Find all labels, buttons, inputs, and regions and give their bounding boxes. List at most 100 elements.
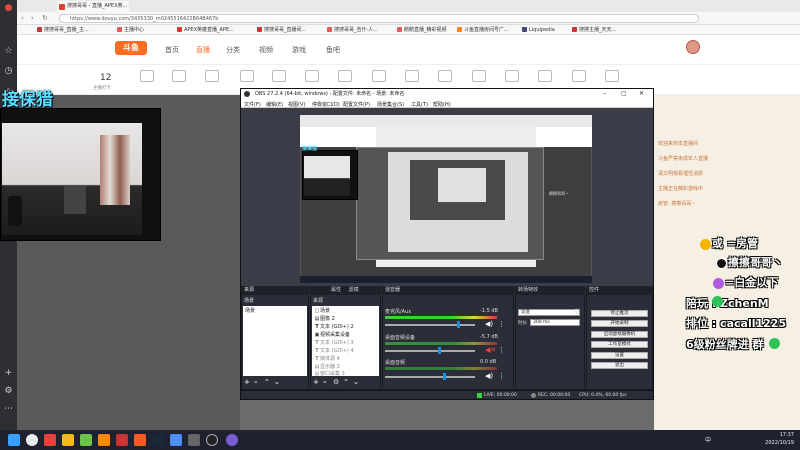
menu-view[interactable]: 视图(V) (288, 101, 305, 108)
mixer-fader-knob[interactable] (457, 321, 460, 328)
source-item[interactable]: T文本 (GDI+) 2 (314, 323, 353, 330)
browser-icon[interactable] (116, 434, 128, 446)
speaker-muted-icon[interactable]: ◀✕ (485, 346, 496, 354)
site-logo[interactable]: 斗鱼 (115, 41, 147, 55)
app-icon[interactable] (80, 434, 92, 446)
remove-source-icon[interactable]: – (323, 378, 327, 386)
scene-up-icon[interactable]: ⌃ (264, 378, 270, 386)
mixer-fader-knob[interactable] (438, 347, 441, 354)
nav-yuba[interactable]: 鱼吧 (326, 45, 340, 55)
bookmark[interactable]: 搜搜哥哥_直播_主... (37, 26, 89, 34)
nav-home[interactable]: 首页 (165, 45, 179, 55)
browser-logo-icon[interactable]: ● (3, 3, 14, 14)
studio-mode-button[interactable]: 工作室模式 (591, 341, 648, 348)
bookmark[interactable]: 搜搜哥哥_直播间... (257, 26, 306, 34)
scene-item[interactable]: 场景 (245, 307, 255, 314)
source-item[interactable]: T文本 (GDI+) 3 (314, 339, 353, 346)
add-scene-icon[interactable]: + (244, 378, 250, 386)
source-item[interactable]: ▢场景 (314, 307, 330, 314)
app-icon[interactable] (44, 434, 56, 446)
bookmark[interactable]: 鹅鹅直播_精彩视频 (397, 26, 447, 34)
exit-button[interactable]: 退出 (591, 362, 648, 369)
star-icon[interactable]: ☆ (3, 46, 14, 57)
feature-icon[interactable] (205, 70, 219, 82)
start-recording-button[interactable]: 开始录制 (591, 320, 648, 327)
feature-icon[interactable] (572, 70, 586, 82)
mixer-fader[interactable] (385, 376, 475, 378)
gear-icon[interactable]: ⋮ (498, 346, 505, 354)
settings-icon[interactable]: ⚙ (3, 386, 14, 397)
feature-icon[interactable] (505, 70, 519, 82)
bookmark[interactable]: 搜搜哥哥_吉什·人... (327, 26, 378, 34)
folder-icon[interactable] (62, 434, 74, 446)
menu-docks[interactable]: 停靠窗口(D) (312, 101, 340, 108)
minimize-icon[interactable]: – (603, 89, 606, 99)
gear-icon[interactable]: ⋮ (498, 372, 505, 380)
speaker-icon[interactable]: ◀) (485, 320, 493, 328)
settings-button[interactable]: 设置 (591, 352, 648, 359)
source-up-icon[interactable]: ⌃ (343, 378, 349, 386)
app-icon[interactable] (170, 434, 182, 446)
nav-video[interactable]: 视频 (259, 45, 273, 55)
source-item[interactable]: ▤显示器 3 (314, 363, 340, 370)
remove-scene-icon[interactable]: – (254, 378, 258, 386)
app-icon[interactable] (226, 434, 238, 446)
transition-settings-icon[interactable]: ⚙ (574, 308, 579, 315)
avatar[interactable] (686, 40, 700, 54)
feature-icon[interactable] (140, 70, 154, 82)
properties-button[interactable]: 属性 (331, 287, 341, 293)
url-input[interactable]: https://www.douyu.com/3435330_rn02455164… (59, 14, 699, 23)
feature-icon[interactable] (372, 70, 386, 82)
source-item[interactable]: T媒体源 4 (314, 355, 340, 362)
start-icon[interactable] (8, 434, 20, 446)
bookmark[interactable]: 搜搜主播_天天... (572, 26, 616, 34)
virtual-camera-button[interactable]: 启动虚拟摄像机 (591, 331, 648, 338)
feature-icon[interactable] (538, 70, 552, 82)
close-icon[interactable]: ✕ (639, 89, 644, 99)
source-settings-icon[interactable]: ⚙ (333, 378, 339, 386)
filters-button[interactable]: 滤镜 (349, 287, 359, 293)
feature-icon[interactable] (240, 70, 254, 82)
nav-game[interactable]: 游戏 (292, 45, 306, 55)
feature-icon[interactable] (472, 70, 486, 82)
feature-icon[interactable] (172, 70, 186, 82)
menu-scene-collection[interactable]: 场景集合(S) (377, 101, 404, 108)
refresh-icon[interactable]: ↻ (42, 14, 48, 22)
mixer-fader[interactable] (385, 350, 475, 352)
menu-help[interactable]: 帮助(H) (433, 101, 451, 108)
mixer-fader[interactable] (385, 324, 475, 326)
transition-duration-input[interactable]: 300 ms (530, 319, 580, 326)
feature-icon[interactable] (405, 70, 419, 82)
app-icon[interactable] (98, 434, 110, 446)
menu-file[interactable]: 文件(F) (244, 101, 261, 108)
history-icon[interactable]: ◷ (3, 66, 14, 77)
menu-tools[interactable]: 工具(T) (411, 101, 428, 108)
transition-select[interactable]: 淡变 (518, 309, 580, 316)
stop-streaming-button[interactable]: 停止推流 (591, 310, 648, 317)
bookmark[interactable]: Liquipedia (522, 26, 555, 34)
menu-profile[interactable]: 配置文件(P) (343, 101, 370, 108)
source-item[interactable]: ▣视频采集设备 (314, 331, 350, 338)
clock[interactable]: 17:37 2022/10/19 (756, 431, 794, 447)
maximize-icon[interactable]: ▢ (621, 89, 627, 99)
add-icon[interactable]: + (3, 368, 14, 379)
tab[interactable]: 搜搜哥哥 - 直播_APEX英... (57, 1, 129, 12)
bookmark[interactable]: APEX英雄直播_APE... (177, 26, 234, 34)
steam-icon[interactable] (152, 434, 164, 446)
source-item[interactable]: ▤图像 2 (314, 315, 335, 322)
feature-icon[interactable] (338, 70, 352, 82)
feature-icon[interactable] (605, 70, 619, 82)
search-icon[interactable] (26, 434, 38, 446)
menu-edit[interactable]: 编辑(E) (266, 101, 283, 108)
feature-icon[interactable] (305, 70, 319, 82)
back-icon[interactable]: ‹ (21, 14, 24, 22)
scene-down-icon[interactable]: ⌄ (274, 378, 280, 386)
source-down-icon[interactable]: ⌄ (353, 378, 359, 386)
source-item[interactable]: T文本 (GDI+) 4 (314, 347, 353, 354)
app-icon[interactable] (188, 434, 200, 446)
ime-indicator[interactable]: 中 (705, 435, 711, 444)
feature-icon[interactable] (272, 70, 286, 82)
source-item[interactable]: ▤窗口采集 3 (314, 370, 345, 377)
nav-category[interactable]: 分类 (226, 45, 240, 55)
more-icon[interactable]: ⋯ (3, 404, 14, 415)
